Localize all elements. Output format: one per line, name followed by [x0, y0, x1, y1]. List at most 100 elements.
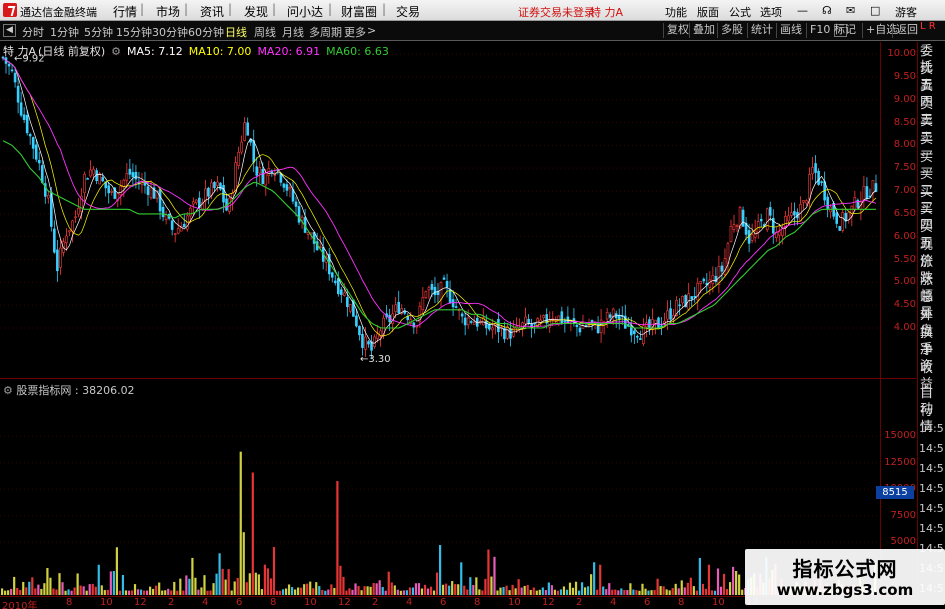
app-logo-icon — [3, 3, 17, 17]
candle-body — [68, 230, 71, 233]
tab-15min[interactable]: 15分钟 — [116, 24, 152, 40]
volume-bar — [692, 586, 695, 595]
volume-bar — [445, 583, 448, 595]
candle-body — [22, 114, 26, 120]
candle — [98, 171, 101, 185]
login-status[interactable]: 证券交易未登录 — [518, 4, 595, 20]
menu-zixun[interactable]: 资讯 — [200, 3, 224, 20]
volume-bar — [629, 583, 632, 595]
candle — [681, 295, 684, 309]
candle-body — [119, 185, 123, 196]
volume-bar — [544, 590, 547, 595]
volume-bar — [677, 588, 680, 595]
volume-bar — [662, 586, 665, 595]
candle — [648, 316, 651, 336]
volume-bar — [378, 580, 381, 595]
menu-gongneng[interactable]: 功能 — [665, 4, 687, 20]
menu-jiaoyi[interactable]: 交易 — [396, 3, 420, 20]
menu-gongshi[interactable]: 公式 — [729, 4, 751, 20]
candle — [59, 239, 62, 275]
volume-bar — [611, 589, 614, 595]
volume-bar — [568, 582, 572, 595]
candle — [578, 325, 582, 336]
tab-1min[interactable]: 1分钟 — [50, 24, 79, 40]
back-arrow-icon[interactable]: ◀ — [3, 24, 16, 37]
tab-fenshi[interactable]: 分时 — [22, 24, 44, 40]
menu-shichang[interactable]: 市场 — [156, 3, 180, 20]
candle-body — [681, 296, 684, 304]
candle-body — [451, 299, 455, 308]
candle — [427, 285, 431, 299]
mark-button[interactable]: 标记 — [834, 23, 856, 38]
menu-banmian[interactable]: 版面 — [697, 4, 719, 20]
minimize-icon[interactable]: — — [797, 4, 808, 17]
tab-30min[interactable]: 30分钟 — [152, 24, 188, 40]
candle-body — [164, 214, 168, 220]
candle-body — [13, 72, 17, 83]
volume-bar — [7, 590, 10, 595]
overlay-button[interactable]: 叠加 — [689, 23, 718, 38]
candle-body — [31, 137, 35, 149]
candle-body — [862, 186, 866, 201]
candle — [176, 218, 180, 235]
menu-xuanxiang[interactable]: 选项 — [760, 4, 782, 20]
volume-bar — [695, 590, 698, 595]
candlestick-chart[interactable]: ←9.92←3.30 — [0, 42, 880, 378]
settings-icon[interactable]: ⚙ — [111, 45, 121, 58]
tab-monthly[interactable]: 月线 — [282, 24, 304, 40]
candle-body — [469, 321, 473, 323]
menu-faxian[interactable]: 发现 — [244, 3, 268, 20]
restore-icon[interactable]: □ — [870, 4, 880, 17]
tab-weekly[interactable]: 周线 — [254, 24, 276, 40]
ma5-line — [2, 57, 877, 344]
tab-5min[interactable]: 5分钟 — [84, 24, 113, 40]
tab-60min[interactable]: 60分钟 — [188, 24, 224, 40]
volume-bar — [28, 581, 31, 595]
settings-icon[interactable]: ⚙ — [3, 384, 13, 397]
guest-user[interactable]: 游客 — [895, 4, 917, 20]
return-button[interactable]: 返回 — [892, 23, 921, 38]
candle — [823, 171, 826, 205]
statistics-button[interactable]: 统计 — [747, 23, 776, 38]
volume-bar — [668, 590, 671, 595]
candle — [651, 308, 654, 336]
menu-caifuquan[interactable]: 财富圈 — [341, 3, 377, 20]
price-tick-label: 5.50 — [893, 253, 916, 265]
volume-bar — [351, 589, 354, 595]
menu-wenxiaoda[interactable]: 问小达 — [287, 3, 323, 20]
candle — [448, 280, 452, 305]
date-tick-label: 8 — [474, 597, 481, 608]
headset-icon[interactable]: ☊ — [822, 4, 832, 17]
candle-body — [787, 215, 790, 222]
candle — [560, 306, 564, 325]
more-chevron-icon[interactable]: > — [367, 24, 376, 37]
volume-bar — [439, 545, 442, 595]
candle-body — [578, 327, 582, 333]
volume-bar — [55, 589, 58, 595]
candle-body — [805, 200, 808, 204]
tab-multi-period[interactable]: 多周期 — [309, 24, 342, 40]
candle — [463, 313, 467, 336]
f10-button[interactable]: F10 — [806, 23, 833, 38]
panel-stepper[interactable]: L R — [920, 22, 936, 32]
candle-body — [636, 335, 639, 338]
candle-body — [442, 277, 446, 280]
candle-body — [735, 225, 739, 227]
candle — [765, 207, 769, 233]
volume-bar — [100, 585, 103, 595]
candle-body — [581, 325, 585, 329]
tab-more[interactable]: 更多 — [344, 24, 366, 40]
volume-bar — [590, 574, 593, 595]
fuquan-button[interactable]: 复权 — [663, 23, 692, 38]
multi-stock-button[interactable]: 多股 — [717, 23, 746, 38]
candle-body — [110, 191, 114, 193]
menu-hangqing[interactable]: 行情 — [113, 3, 137, 20]
draw-line-button[interactable]: 画线 — [776, 23, 805, 38]
mail-icon[interactable]: ✉ — [846, 4, 855, 17]
price-tick-label: 5.00 — [893, 276, 916, 288]
candle — [107, 181, 111, 204]
tab-daily[interactable]: 日线 — [225, 24, 247, 40]
candle — [817, 168, 820, 186]
candle — [349, 304, 352, 314]
price-chart-panel[interactable]: ←9.92 ←3.30 — [0, 42, 880, 378]
